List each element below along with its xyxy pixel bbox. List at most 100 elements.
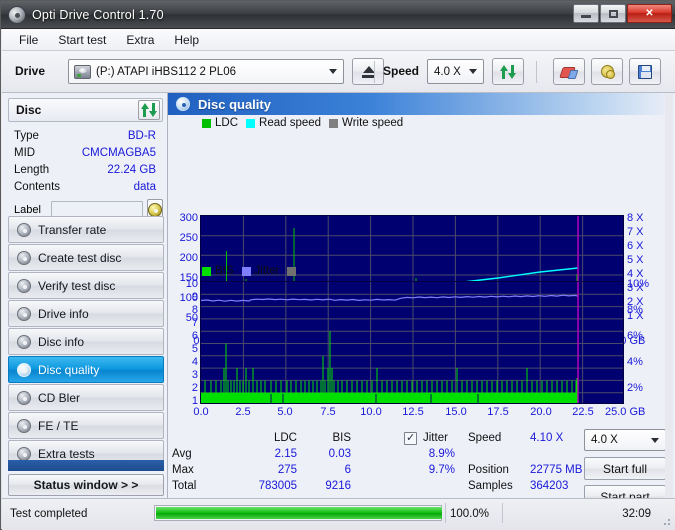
sidebar-item-label: Transfer rate xyxy=(38,222,107,237)
title-bar: Opti Drive Control 1.70 ✕ xyxy=(1,1,675,29)
sidebar-item-cd-bler[interactable]: CD Bler xyxy=(8,384,164,411)
start-full-button[interactable]: Start full xyxy=(584,457,666,480)
sidebar-item-verify-test-disc[interactable]: Verify test disc xyxy=(8,272,164,299)
vertical-scrollbar[interactable] xyxy=(665,93,673,498)
legend-label-bis: BIS xyxy=(215,265,234,277)
drive-select[interactable]: (P:) ATAPI iHBS112 2 PL06 xyxy=(68,59,344,84)
cd-icon xyxy=(147,203,162,217)
panel-header: Disc quality xyxy=(168,93,675,115)
stats-header-ldc: LDC xyxy=(273,432,297,444)
disc-info-list: Type BD-R MID CMCMAGBA5 Length 22.24 GB … xyxy=(2,127,168,223)
minimize-icon xyxy=(581,15,591,18)
test-speed-select[interactable]: 4.0 X xyxy=(584,429,666,451)
minimize-button[interactable] xyxy=(573,4,599,23)
stats-speed-value: 4.10 X xyxy=(530,432,564,444)
legend-label-write-speed: Write speed xyxy=(342,117,404,129)
bis-chart-legend: BIS Jitter xyxy=(202,265,297,277)
disc-refresh-button[interactable] xyxy=(138,100,160,120)
status-bar: Test completed 100.0% 32:09 xyxy=(2,498,675,530)
drive-toolbar: Drive (P:) ATAPI iHBS112 2 PL06 Speed 4.… xyxy=(2,51,675,93)
test-speed-value: 4.0 X xyxy=(591,434,618,446)
disc-icon xyxy=(17,362,31,377)
stats-position-label: Position xyxy=(468,464,509,476)
bis-ytick-7: 7 xyxy=(191,317,198,329)
speed-label: Speed xyxy=(383,64,420,78)
jitter-checkbox[interactable] xyxy=(404,431,417,445)
stats-samples-label: Samples xyxy=(468,480,513,492)
app-icon xyxy=(8,5,26,24)
stats-avg-jitter: 8.9% xyxy=(428,448,455,460)
disc-info-key: Type xyxy=(14,129,39,142)
chevron-down-icon xyxy=(469,69,477,74)
bis-plot-area xyxy=(200,281,624,404)
legend-swatch-read-speed xyxy=(246,118,256,128)
ldc-ytick-250: 250 xyxy=(179,232,198,244)
settings-button[interactable] xyxy=(591,58,623,85)
progress-bar-fill xyxy=(156,507,442,519)
sidebar-item-disc-quality[interactable]: Disc quality xyxy=(8,356,164,383)
disc-label-key: Label xyxy=(14,204,41,216)
ldc-ytick-300: 300 xyxy=(179,212,198,224)
refresh-button[interactable] xyxy=(492,58,524,85)
toolbar-divider-2 xyxy=(536,61,537,83)
sidebar-item-create-test-disc[interactable]: Create test disc xyxy=(8,244,164,271)
disc-icon xyxy=(176,97,190,111)
stats-max-ldc: 275 xyxy=(277,464,297,476)
bis-ytick-8: 8 xyxy=(191,304,198,316)
window-title: Opti Drive Control 1.70 xyxy=(32,7,164,22)
stats-max-jitter: 9.7% xyxy=(428,464,455,476)
disc-info-value: BD-R xyxy=(127,129,156,142)
bis-xtick-22.5: 22.5 xyxy=(572,406,594,418)
legend-label-ldc: LDC xyxy=(215,117,239,129)
bis-ytick-9: 9 xyxy=(191,291,198,303)
status-message: Test completed xyxy=(10,508,88,520)
stats-row-label-total: Total xyxy=(172,480,197,492)
sidebar-item-label: Verify test disc xyxy=(38,278,116,293)
legend-swatch-write-speed xyxy=(329,118,339,128)
main-panel: Disc quality LDC Read speed Write speed … xyxy=(168,93,675,508)
erase-icon xyxy=(561,65,577,78)
bis-plot-svg xyxy=(201,282,623,403)
ldc-chart-legend: LDC Read speed Write speed xyxy=(202,117,403,129)
drive-select-value: (P:) ATAPI iHBS112 2 PL06 xyxy=(96,65,236,78)
elapsed-time: 32:09 xyxy=(622,508,651,520)
save-button[interactable] xyxy=(629,58,661,85)
sidebar-item-transfer-rate[interactable]: Transfer rate xyxy=(8,216,164,243)
resize-grip[interactable] xyxy=(661,516,671,526)
stats-row-label-max: Max xyxy=(172,464,194,476)
bis-y2tick-8pct: 8% xyxy=(627,304,643,316)
sidebar-item-label: CD Bler xyxy=(38,390,81,405)
bis-xtick-2.5: 2.5 xyxy=(235,406,251,418)
close-button[interactable]: ✕ xyxy=(627,4,672,23)
erase-button[interactable] xyxy=(553,58,585,85)
disc-quality-bis-jitter-chart: BIS Jitter 10 9 8 7 6 5 4 3 2 1 10% 8% 6… xyxy=(168,263,675,428)
stats-row-label-avg: Avg xyxy=(172,448,192,460)
bis-xtick-12.5: 12.5 xyxy=(402,406,424,418)
eject-button[interactable] xyxy=(352,58,384,85)
sidebar-item-fe-te[interactable]: FE / TE xyxy=(8,412,164,439)
sidebar-item-label: Create test disc xyxy=(38,250,122,265)
maximize-button[interactable] xyxy=(600,4,626,23)
speed-select[interactable]: 4.0 X xyxy=(427,59,484,84)
disc-info-value: CMCMAGBA5 xyxy=(81,146,156,159)
legend-label-read-speed: Read speed xyxy=(259,117,322,129)
menu-bar: File Start test Extra Help xyxy=(2,29,675,51)
sidebar-item-drive-info[interactable]: Drive info xyxy=(8,300,164,327)
menu-help[interactable]: Help xyxy=(165,31,208,49)
bis-xtick-15: 15.0 xyxy=(445,406,467,418)
legend-label-jitter: Jitter xyxy=(254,265,280,277)
ldc-y2tick-6x: 6 X xyxy=(627,240,644,252)
menu-file[interactable]: File xyxy=(10,31,47,49)
page-title: Disc quality xyxy=(198,96,271,112)
status-window-button[interactable]: Status window > > xyxy=(8,474,164,496)
sidebar-item-disc-info[interactable]: Disc info xyxy=(8,328,164,355)
legend-swatch-extra xyxy=(287,266,297,276)
progress-bar xyxy=(154,505,442,521)
ldc-y2tick-7x: 7 X xyxy=(627,226,644,238)
bis-xtick-20: 20.0 xyxy=(530,406,552,418)
stats-avg-ldc: 2.15 xyxy=(274,448,297,460)
eject-icon xyxy=(361,65,375,78)
maximize-icon xyxy=(608,9,618,18)
menu-start-test[interactable]: Start test xyxy=(49,31,115,49)
menu-extra[interactable]: Extra xyxy=(117,31,163,49)
